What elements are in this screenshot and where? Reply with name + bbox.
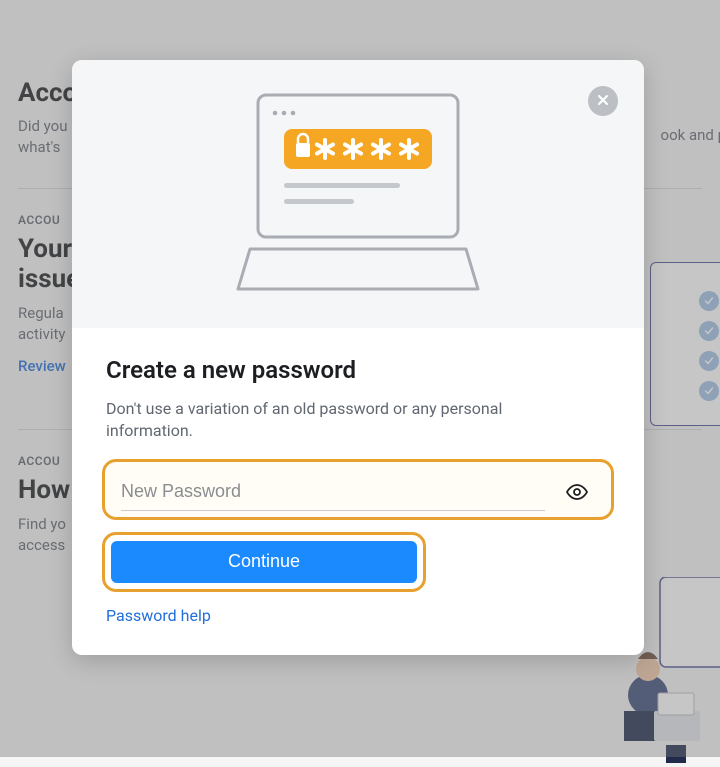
password-help-link[interactable]: Password help <box>106 606 211 625</box>
continue-button[interactable]: Continue <box>111 541 417 583</box>
continue-button-highlight: Continue <box>102 532 426 592</box>
laptop-password-icon <box>230 89 486 299</box>
password-input-highlight <box>102 459 614 520</box>
new-password-input[interactable] <box>121 481 545 502</box>
close-button[interactable] <box>588 86 618 116</box>
modal-title: Create a new password <box>106 356 610 384</box>
modal-description: Don't use a variation of an old password… <box>106 398 516 443</box>
eye-icon <box>565 492 589 507</box>
toggle-password-visibility-button[interactable] <box>559 474 595 513</box>
modal-illustration <box>72 60 644 328</box>
close-icon <box>595 92 611 111</box>
create-password-modal: Create a new password Don't use a variat… <box>72 60 644 655</box>
